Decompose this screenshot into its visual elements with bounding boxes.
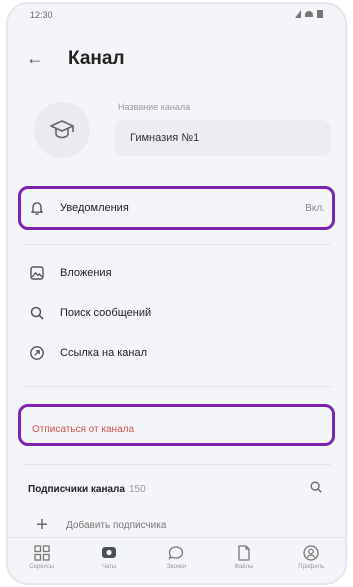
notifications-row[interactable]: Уведомления Вкл. — [28, 193, 325, 223]
graduation-cap-icon — [50, 120, 74, 139]
grid-icon — [34, 545, 50, 561]
tab-label: Профиль — [298, 564, 325, 570]
chat-active-icon — [102, 547, 117, 558]
subscribers-search-icon[interactable] — [309, 480, 323, 499]
subscribers-title: Подписчики канала 150 — [28, 484, 146, 495]
wifi-icon — [305, 11, 313, 17]
notifications-status: Вкл. — [305, 202, 325, 214]
search-messages-label: Поиск сообщений — [60, 307, 152, 319]
channel-avatar[interactable] — [34, 102, 90, 158]
bell-icon — [28, 199, 46, 217]
status-bar: 12:30 — [8, 4, 345, 28]
link-arrow-icon — [28, 344, 46, 362]
file-icon — [238, 545, 250, 561]
bubble-icon — [168, 546, 184, 560]
image-icon — [28, 264, 46, 282]
add-subscriber-button[interactable]: + Добавить подписчика — [30, 512, 166, 538]
bottom-tab-bar: Сервисы Чаты Звонки Файлы Профиль — [8, 537, 345, 583]
phone-screen: 12:30 ← Канал Название канала Гимназия №… — [6, 2, 347, 585]
channel-info: Название канала Гимназия №1 — [24, 90, 331, 174]
channel-name-caption: Название канала — [118, 102, 191, 112]
channel-link-row[interactable]: Ссылка на канал — [28, 338, 325, 368]
back-arrow-icon[interactable]: ← — [26, 48, 44, 69]
subscribers-title-text: Подписчики канала — [28, 484, 125, 495]
tab-files[interactable]: Файлы — [216, 544, 272, 570]
tab-label: Чаты — [101, 564, 117, 570]
attachments-row[interactable]: Вложения — [28, 258, 325, 288]
tab-calls[interactable]: Звонки — [148, 544, 204, 570]
search-messages-row[interactable]: Поиск сообщений — [28, 298, 325, 328]
channel-link-label: Ссылка на канал — [60, 347, 148, 359]
app-bar: ← Канал — [8, 40, 345, 80]
tab-label: Файлы — [234, 564, 254, 570]
subscribers-count: 150 — [128, 484, 146, 495]
notifications-label: Уведомления — [60, 202, 129, 214]
status-icons — [295, 10, 323, 18]
profile-icon — [303, 545, 319, 561]
channel-name-field[interactable]: Гимназия №1 — [114, 120, 331, 156]
tab-label: Сервисы — [29, 564, 55, 570]
tab-label: Звонки — [166, 564, 187, 570]
divider — [24, 464, 331, 465]
divider — [24, 386, 331, 387]
tab-chats[interactable]: Чаты — [81, 544, 137, 570]
plus-icon: + — [36, 513, 48, 536]
search-icon — [28, 304, 46, 322]
tab-services[interactable]: Сервисы — [14, 544, 70, 570]
status-time: 12:30 — [30, 10, 53, 20]
signal-icon — [295, 10, 301, 18]
divider — [24, 244, 331, 245]
battery-icon — [317, 10, 323, 18]
page-title: Канал — [68, 48, 125, 69]
add-subscriber-label: Добавить подписчика — [66, 519, 167, 531]
unsubscribe-button[interactable]: Отписаться от канала — [32, 424, 134, 435]
attachments-label: Вложения — [60, 267, 112, 279]
tab-profile[interactable]: Профиль — [283, 544, 339, 570]
